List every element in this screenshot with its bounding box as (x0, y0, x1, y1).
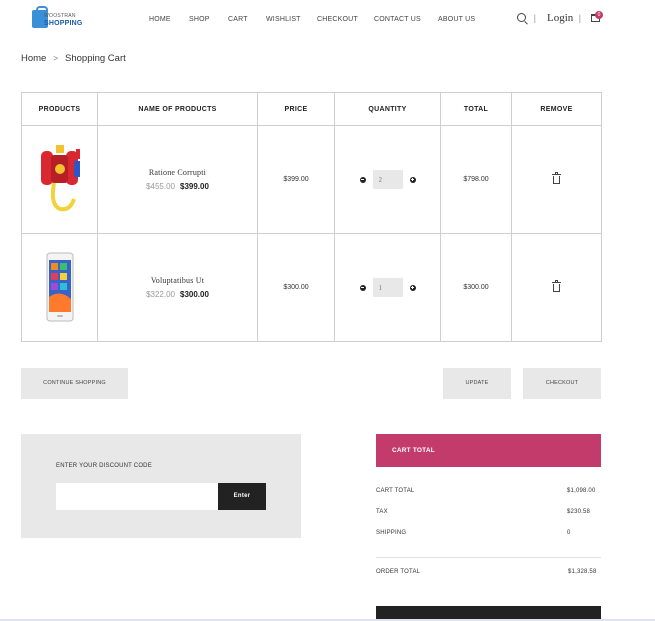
totals-label: Cart Total (376, 488, 415, 494)
totals-label: Shipping (376, 530, 407, 536)
totals-value: $1,098.00 (567, 488, 596, 494)
brand-line-2: SHOPPING (44, 20, 83, 27)
header-separator: | (534, 13, 536, 23)
quantity-input[interactable] (372, 170, 403, 189)
increase-quantity-icon[interactable] (409, 284, 416, 291)
brand-line-1: WOOSTRAN (44, 13, 76, 19)
quantity-stepper (359, 170, 416, 189)
increase-quantity-icon[interactable] (409, 176, 416, 183)
nav-wishlist[interactable]: Wishlist (266, 16, 301, 23)
header-separator: | (579, 13, 581, 23)
login-link[interactable]: Login (547, 12, 573, 24)
quantity-stepper (359, 278, 416, 297)
discount-panel: Enter your discount code Enter (21, 434, 301, 538)
product-image-cell (21, 233, 98, 342)
quantity-cell (334, 125, 441, 234)
cart-totals-title: Cart Total (376, 434, 601, 467)
update-cart-button[interactable]: Update (443, 368, 511, 399)
quantity-input[interactable] (372, 278, 403, 297)
decrease-quantity-icon[interactable] (359, 176, 366, 183)
totals-divider (376, 557, 601, 558)
product-name-cell: Voluptatibus Ut $322.00 $300.00 (97, 233, 258, 342)
quantity-cell (334, 233, 441, 342)
site-header: WOOSTRAN SHOPPING Home Shop Cart Wishlis… (0, 0, 655, 40)
nav-shop[interactable]: Shop (189, 16, 210, 23)
sale-price: $399.00 (180, 182, 209, 191)
product-name-cell: Ratione Corrupti $455.00 $399.00 (97, 125, 258, 234)
remove-cell (511, 125, 602, 234)
totals-label: Tax (376, 509, 388, 515)
remove-cell (511, 233, 602, 342)
line-total: $798.00 (440, 125, 512, 234)
brand-logo[interactable]: WOOSTRAN SHOPPING (32, 6, 82, 32)
col-header-remove: REMOVE (511, 92, 602, 126)
col-header-products: PRODUCTS (21, 92, 98, 126)
col-header-name: NAME OF PRODUCTS (97, 92, 258, 126)
decrease-quantity-icon[interactable] (359, 284, 366, 291)
cart-totals-panel: Cart Total Cart Total $1,098.00 Tax $230… (376, 434, 601, 575)
totals-value: $230.58 (567, 509, 591, 515)
breadcrumb-current: Shopping Cart (65, 53, 126, 64)
table-row: Voluptatibus Ut $322.00 $300.00 $300.00 $… (21, 233, 602, 342)
search-icon[interactable] (517, 13, 526, 22)
product-name[interactable]: Ratione Corrupti (98, 168, 257, 177)
old-price: $322.00 (146, 290, 175, 299)
trash-icon[interactable] (552, 280, 561, 292)
totals-value: 0 (567, 530, 571, 536)
unit-price: $300.00 (257, 233, 335, 342)
continue-shopping-button[interactable]: Continue Shopping (21, 368, 128, 399)
checkout-button[interactable]: Checkout (523, 368, 601, 399)
trash-icon[interactable] (552, 172, 561, 184)
breadcrumb: Home > Shopping Cart (21, 53, 126, 64)
breadcrumb-home[interactable]: Home (21, 53, 46, 64)
line-total: $300.00 (440, 233, 512, 342)
cart-count-badge: 0 (595, 11, 603, 19)
col-header-total: TOTAL (440, 92, 512, 126)
product-image-cell (21, 125, 98, 234)
water-gun-backpack-image[interactable] (30, 139, 90, 219)
table-row: Ratione Corrupti $455.00 $399.00 $399.00 … (21, 125, 602, 234)
product-name[interactable]: Voluptatibus Ut (98, 276, 257, 285)
nav-cart[interactable]: Cart (228, 16, 248, 23)
apply-discount-button[interactable]: Enter (218, 483, 266, 510)
unit-price: $399.00 (257, 125, 335, 234)
smartphone-image[interactable] (30, 247, 90, 327)
old-price: $455.00 (146, 182, 175, 191)
col-header-quantity: QUANTITY (334, 92, 441, 126)
discount-code-input[interactable] (56, 483, 218, 510)
breadcrumb-separator: > (53, 54, 59, 63)
nav-home[interactable]: Home (149, 16, 171, 23)
table-header-row: PRODUCTS NAME OF PRODUCTS PRICE QUANTITY… (21, 92, 602, 126)
nav-checkout[interactable]: Checkout (317, 16, 358, 23)
order-total-value: $1,328.58 (568, 569, 597, 575)
cart-table: PRODUCTS NAME OF PRODUCTS PRICE QUANTITY… (21, 92, 602, 342)
discount-label: Enter your discount code (56, 463, 152, 469)
nav-contact[interactable]: Contact us (374, 16, 421, 23)
nav-about[interactable]: About us (438, 16, 475, 23)
sale-price: $300.00 (180, 290, 209, 299)
col-header-price: PRICE (257, 92, 335, 126)
order-total-label: Order Total (376, 569, 421, 575)
